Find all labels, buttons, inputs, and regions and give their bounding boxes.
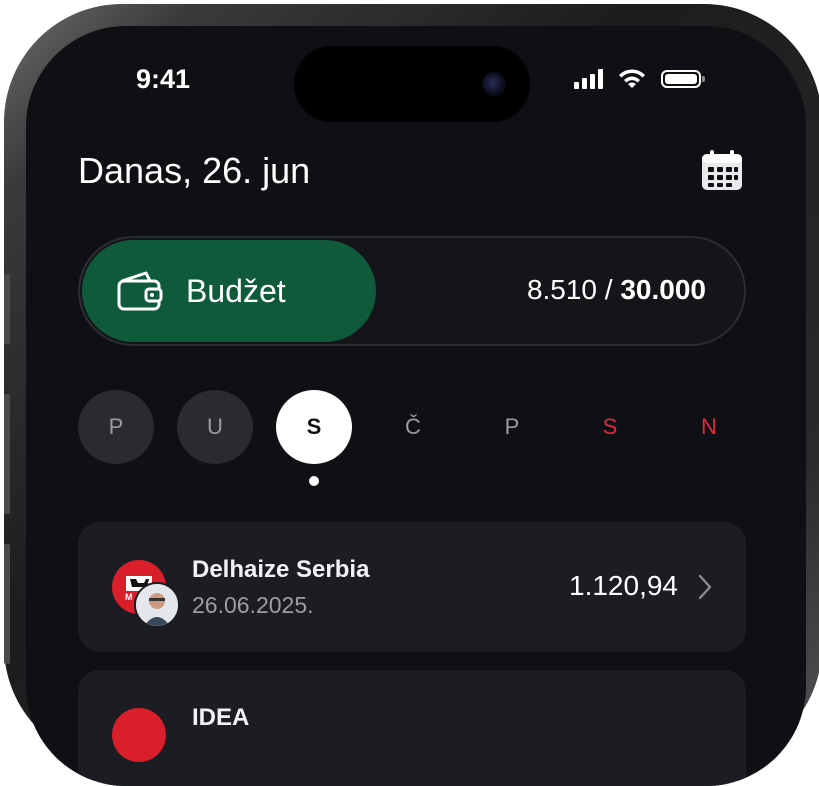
merchant-name: IDEA [192, 704, 250, 731]
chevron-right-icon [698, 574, 712, 600]
budget-amount: 8.510 / 30.000 [527, 274, 706, 306]
calendar-icon[interactable] [700, 148, 744, 192]
active-day-indicator [309, 476, 319, 486]
cellular-signal-icon [574, 69, 603, 89]
dynamic-island [294, 46, 530, 122]
idea-logo [112, 708, 166, 762]
budget-separator: / [597, 274, 621, 305]
battery-icon [661, 70, 705, 88]
day-sunday[interactable]: N [671, 390, 747, 464]
transaction-date: 26.06.2025. [192, 592, 314, 618]
svg-text:M: M [125, 592, 133, 602]
week-day-selector: P U S Č P S N [78, 390, 778, 470]
power-button [4, 544, 10, 664]
budget-pill[interactable]: Budžet [82, 240, 376, 342]
transaction-amount: 1.120,94 [569, 570, 678, 601]
day-friday[interactable]: P [474, 390, 550, 464]
transaction-card[interactable]: M Delhaize Serbia 26.06.2025. 1.120,94 [78, 522, 746, 652]
phone-frame: 9:41 Danas, 26. jun Budžet 8.510 / 30.00… [4, 4, 819, 786]
page-title: Danas, 26. jun [78, 150, 311, 191]
wifi-icon [619, 69, 645, 88]
status-time: 9:41 [136, 64, 191, 94]
day-thursday[interactable]: Č [375, 390, 451, 464]
merchant-name: Delhaize Serbia [192, 556, 370, 583]
volume-up-button [4, 274, 10, 344]
day-wednesday[interactable]: S [276, 390, 352, 464]
budget-bar[interactable]: Budžet 8.510 / 30.000 [78, 236, 746, 346]
wallet-icon [117, 271, 163, 311]
day-tuesday[interactable]: U [177, 390, 253, 464]
budget-spent: 8.510 [526, 274, 598, 305]
app-screen: 9:41 Danas, 26. jun Budžet 8.510 / 30.00… [26, 26, 806, 786]
volume-down-button [4, 394, 10, 514]
status-icons [574, 68, 705, 90]
transaction-card[interactable]: IDEA [78, 670, 746, 786]
user-avatar [134, 582, 180, 628]
budget-limit: 30.000 [620, 274, 706, 305]
camera-icon [482, 72, 506, 96]
day-monday[interactable]: P [78, 390, 154, 464]
budget-label: Budžet [186, 272, 286, 309]
day-saturday[interactable]: S [572, 390, 648, 464]
